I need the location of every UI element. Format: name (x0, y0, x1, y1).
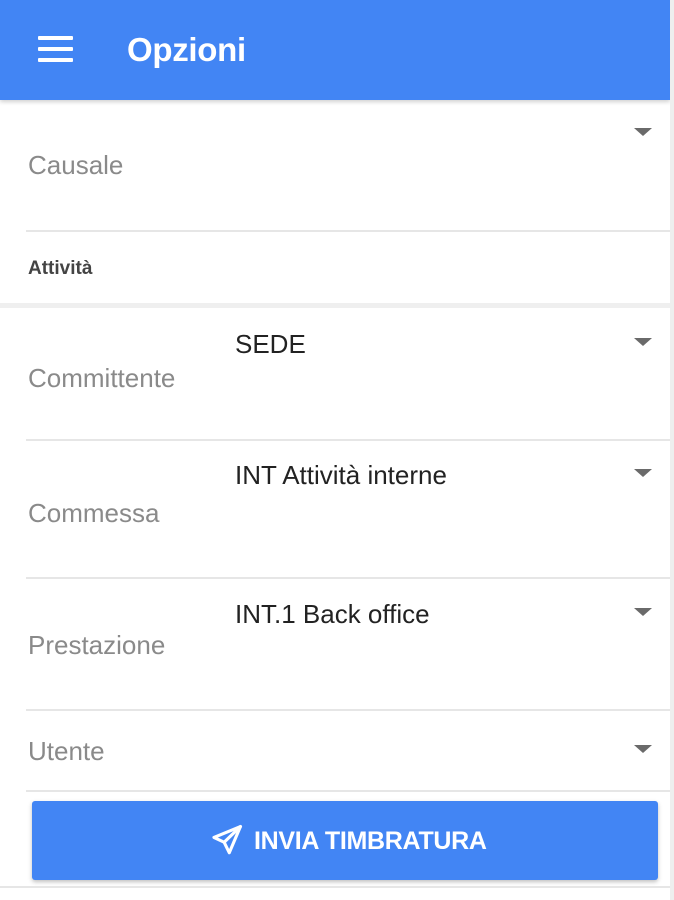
divider (26, 790, 672, 792)
options-page: Opzioni Causale Attività Committente SED… (0, 0, 674, 900)
app-bar: Opzioni (0, 0, 670, 100)
section-title: Attività (28, 258, 93, 279)
prestazione-select[interactable]: Prestazione INT.1 Back office (26, 579, 672, 711)
chevron-down-icon (634, 745, 652, 753)
paper-plane-icon (212, 824, 243, 855)
committente-select[interactable]: Committente SEDE (26, 308, 672, 441)
commessa-value: INT Attività interne (235, 460, 447, 490)
submit-timbratura-button[interactable]: INVIA TIMBRATURA (32, 801, 658, 880)
chevron-down-icon (634, 469, 652, 477)
chevron-down-icon (634, 128, 652, 136)
committente-value: SEDE (235, 329, 306, 359)
committente-label: Committente (28, 363, 176, 393)
section-header: Attività (0, 232, 670, 308)
chevron-down-icon (634, 608, 652, 616)
utente-select[interactable]: Utente (26, 711, 672, 792)
prestazione-value: INT.1 Back office (235, 599, 430, 629)
commessa-select[interactable]: Commessa INT Attività interne (26, 441, 672, 579)
commessa-label: Commessa (28, 498, 160, 528)
scroll-edge (670, 0, 674, 900)
page-title: Opzioni (127, 31, 246, 68)
submit-button-label: INVIA TIMBRATURA (254, 827, 487, 855)
menu-icon[interactable] (38, 36, 73, 62)
causale-select[interactable]: Causale (26, 100, 672, 232)
causale-label: Causale (28, 150, 124, 180)
chevron-down-icon (634, 338, 652, 346)
utente-label: Utente (28, 736, 105, 766)
prestazione-label: Prestazione (28, 630, 166, 660)
bottom-divider (0, 886, 670, 888)
